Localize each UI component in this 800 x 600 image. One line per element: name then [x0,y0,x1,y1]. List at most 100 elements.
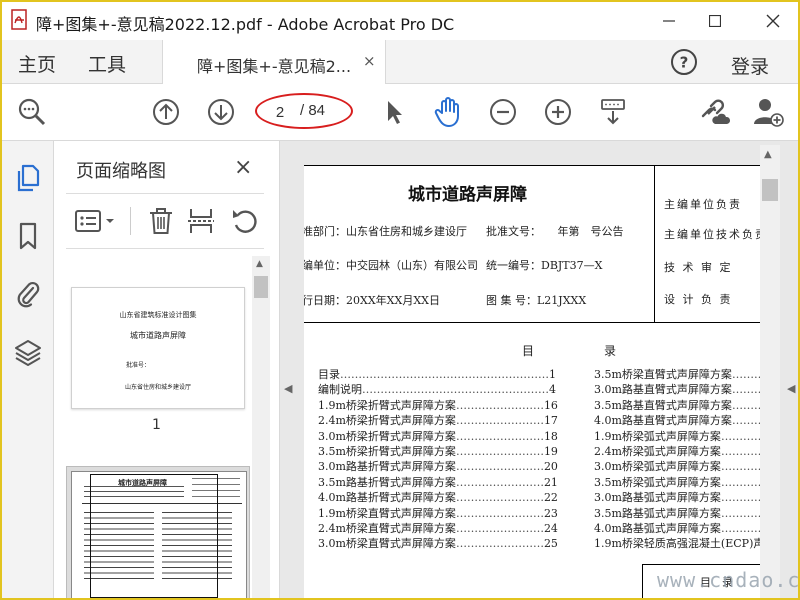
toc-entry[interactable]: 3.5m路基直臂式声屏障方案…………… [594,397,760,413]
toc-leader-dots: …………………… [455,398,544,412]
scrollbar-thumb[interactable] [762,179,778,201]
viewport-frame[interactable] [90,474,218,598]
acrobat-pdf-icon [11,9,27,30]
next-page-button[interactable] [203,94,239,130]
thumbnail-toolbar [74,203,274,239]
svg-text:?: ? [680,54,689,72]
toc-entry-page: 20 [543,460,558,474]
document-tab-close-icon[interactable]: × [363,52,376,70]
toc-leader-dots: ………………………………………………… [340,368,549,381]
toc-entry[interactable]: 1.9m桥梁弧式声屏障方案……………… [594,428,760,444]
rotate-icon[interactable] [230,206,260,236]
arrow-down-circle-icon [208,99,234,125]
toc-entry[interactable]: 3.0m路基弧式声屏障方案……………… [594,489,760,505]
document-tab[interactable]: 障+图集+-意见稿2... × [162,40,386,84]
toc-entry[interactable]: 4.0m路基直臂式声屏障方案…………… [594,412,760,428]
toc-entry[interactable]: 3.5m路基弧式声屏障方案……………… [594,505,760,521]
toc-entry[interactable]: 3.0m路基折臂式声屏障方案……………………20 [318,458,558,474]
page-number-input[interactable] [268,103,292,121]
scroll-up-arrow-icon[interactable]: ▲ [256,259,263,269]
close-window-button[interactable] [750,2,796,40]
toc-entry[interactable]: 编制说明……………………………………………4 [318,381,556,397]
help-icon[interactable]: ? [670,48,698,76]
toc-entry-label: 1.9m桥梁轻质高强混凝土(ECP)声屏障 [594,537,760,551]
cursor-arrow-icon [388,101,402,124]
document-scrollbar[interactable]: ▲ [760,145,780,598]
add-user-button[interactable] [750,94,786,130]
toolbar: / 84 [2,84,798,141]
toc-entry-page: 25 [543,537,558,551]
login-button[interactable]: 登录 [731,52,769,79]
scroll-up-arrow-icon[interactable]: ▲ [764,149,772,160]
toc-entry[interactable]: 3.0m桥梁直臂式声屏障方案……………………25 [318,535,558,551]
toc-entry[interactable]: 3.0m路基直臂式声屏障方案…………… [594,381,760,397]
acrobat-window: 障+图集+-意见稿2022.12.pdf - Adobe Acrobat Pro… [0,0,800,600]
page-navigator: / 84 [255,93,353,129]
toc-entry[interactable]: 3.5m桥梁折臂式声屏障方案……………………19 [318,443,558,459]
thumbnails-scrollbar[interactable]: ▲ [252,256,270,598]
toc-entry[interactable]: 3.5m路基折臂式声屏障方案……………………21 [318,474,558,490]
minimize-icon [663,20,675,22]
home-tab[interactable]: 主页 [18,50,56,77]
find-button[interactable] [14,94,50,130]
toc-entry[interactable]: 3.0m桥梁弧式声屏障方案……………… [594,458,760,474]
bookmark-icon [19,222,37,250]
header-field: 主编单位负责 [664,198,742,211]
toc-entry[interactable]: 1.9m桥梁轻质高强混凝土(ECP)声屏障 [594,535,760,551]
pdf-page: 城市道路声屏障 准部门：山东省住房和城乡建设厅 编单位：中交园林（山东）有限公司… [304,165,760,598]
toc-entry[interactable]: 目录…………………………………………………1 [318,366,556,382]
toc-leader-dots: …………………… [455,491,544,505]
expand-right-arrow-icon[interactable]: ◀ [787,382,795,395]
page-thumbnails-button[interactable] [14,163,42,193]
extract-pages-icon[interactable] [186,206,216,236]
layers-button[interactable] [14,337,42,367]
attachments-button[interactable] [14,279,42,309]
toc-entry-page: 24 [543,522,558,535]
header-field: 统一编号：DBJT37—X [486,259,603,272]
toc-entry-label: 1.9m桥梁直臂式声屏障方案 [318,506,456,520]
toc-leader-dots: …………………… [455,537,544,551]
bookmarks-button[interactable] [14,221,42,251]
header-field: 批准文号： 年第 号公告 [486,225,624,238]
minimize-button[interactable] [646,2,692,40]
collapse-left-arrow-icon[interactable]: ◀ [284,382,292,395]
previous-page-button[interactable] [148,94,184,130]
toc-entry[interactable]: 2.4m桥梁折臂式声屏障方案……………………17 [318,412,558,428]
scrollbar-thumb[interactable] [254,276,268,298]
toc-entry-label: 2.4m桥梁直臂式声屏障方案 [318,522,456,535]
thumbnail-text: 批准号： [125,362,150,369]
toc-entry[interactable]: 3.5m桥梁弧式声屏障方案……………… [594,474,760,490]
toc-entry-label: 2.4m桥梁弧式声屏障方案 [594,445,721,458]
trash-icon[interactable] [146,206,176,236]
toc-entry-label: 3.5m桥梁直臂式声屏障方案 [594,368,732,381]
toc-entry[interactable]: 4.0m路基弧式声屏障方案……………… [594,520,760,536]
select-tool-button[interactable] [376,94,412,130]
toc-entry-label: 编制说明 [318,383,362,397]
keyboard-tool-button[interactable] [595,94,631,130]
page-thumbnail-1[interactable]: 山东省建筑标准设计图集 城市道路声屏障 批准号： 山东省住房和城乡建设厅 [71,287,245,409]
zoom-in-button[interactable] [540,94,576,130]
toc-heading: 录 [604,344,617,358]
toc-entry[interactable]: 3.0m桥梁折臂式声屏障方案……………………18 [318,428,558,444]
toc-entry[interactable]: 3.5m桥梁直臂式声屏障方案…………… [594,366,760,382]
toc-entry[interactable]: 2.4m桥梁弧式声屏障方案……………… [594,443,760,459]
page-thumbnail-2-selected[interactable]: 城市道路声屏障 [66,466,250,598]
toc-entry[interactable]: 1.9m桥梁折臂式声屏障方案……………………16 [318,397,558,413]
page-header-block: 城市道路声屏障 准部门：山东省住房和城乡建设厅 编单位：中交园林（山东）有限公司… [304,166,760,323]
toc-leader-dots: …………………………………………… [362,383,549,397]
toc-entry[interactable]: 1.9m桥梁直臂式声屏障方案……………………23 [318,505,558,521]
maximize-button[interactable] [692,2,738,40]
options-menu-icon[interactable] [74,207,120,235]
thumbnail-page-number: 1 [152,417,161,433]
share-link-button[interactable] [696,94,732,130]
close-panel-icon[interactable]: × [234,155,252,180]
tools-tab[interactable]: 工具 [88,50,126,77]
toc-entry[interactable]: 2.4m桥梁直臂式声屏障方案……………………24 [318,520,558,536]
toc-entry[interactable]: 4.0m路基折臂式声屏障方案……………………22 [318,489,558,505]
hand-tool-button[interactable] [430,94,466,130]
toc-leader-dots: ……………… [720,522,760,535]
plus-circle-icon [545,99,571,125]
toc-entry-label: 3.5m路基折臂式声屏障方案 [318,475,456,489]
toc-leader-dots: …………………… [455,506,544,520]
zoom-out-button[interactable] [485,94,521,130]
